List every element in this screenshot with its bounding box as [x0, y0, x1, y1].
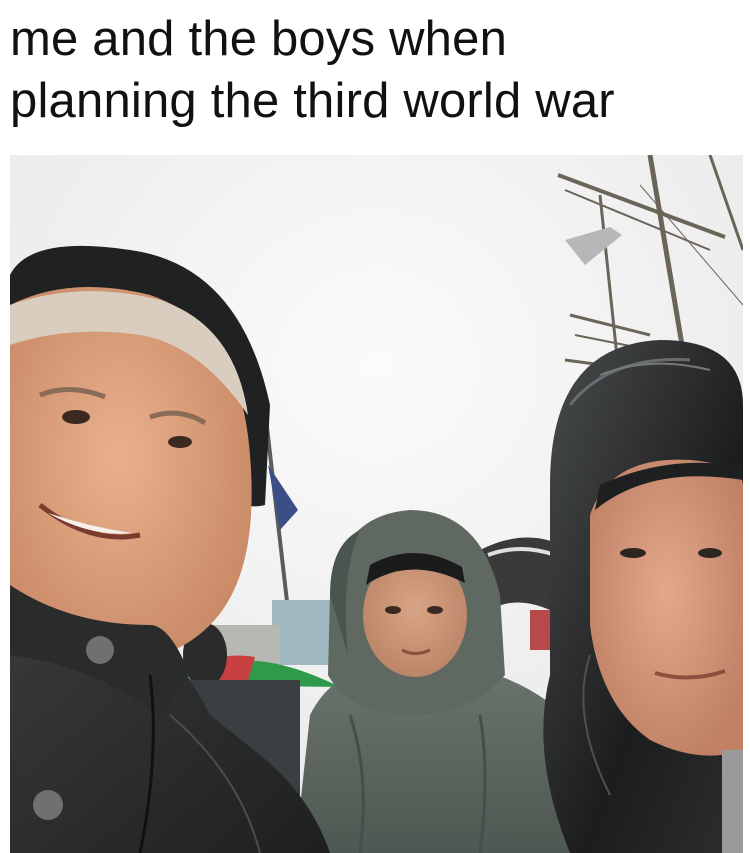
meme-caption: me and the boys when planning the third …: [10, 8, 740, 132]
person-right: [543, 340, 743, 853]
zipper: [722, 750, 743, 853]
caption-line-2: planning the third world war: [10, 74, 615, 128]
coat-button-top: [86, 636, 114, 664]
selfie-photo: [10, 155, 743, 853]
coat-button-bottom: [33, 790, 63, 820]
photo-illustration: [10, 155, 743, 853]
meme: me and the boys when planning the third …: [0, 0, 750, 853]
caption-line-1: me and the boys when: [10, 12, 508, 66]
background-building: [272, 600, 330, 665]
